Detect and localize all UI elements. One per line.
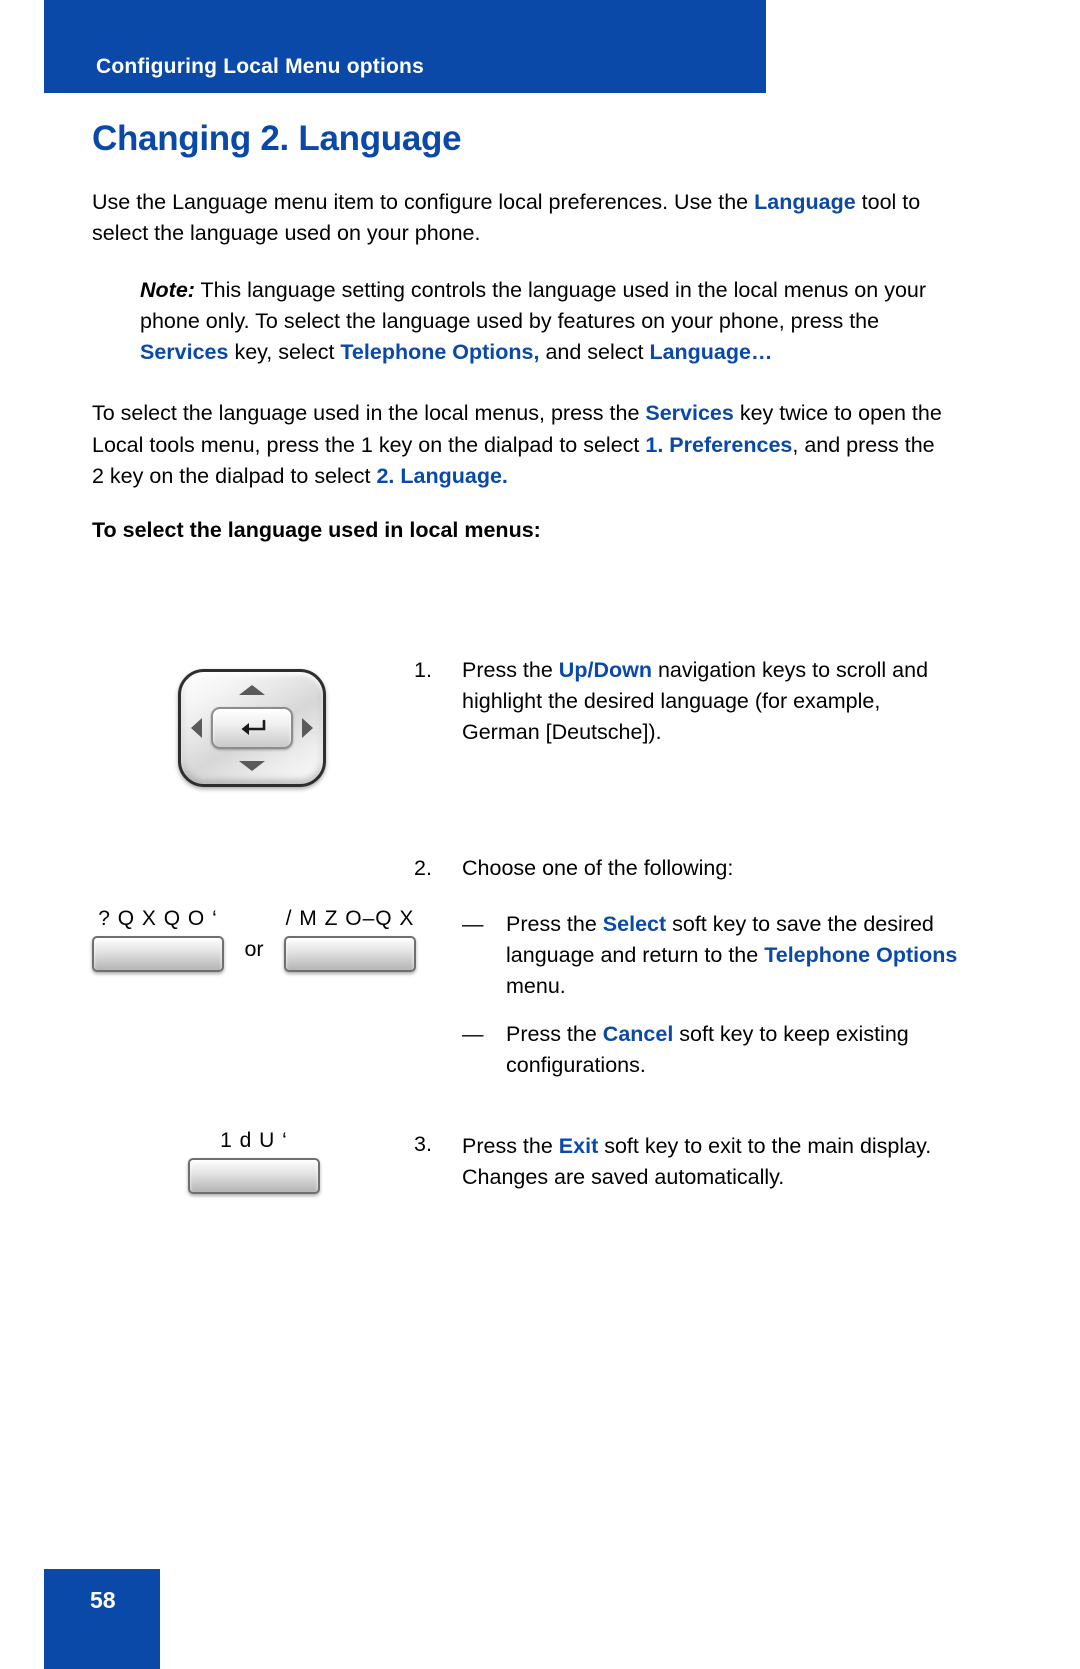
instructions-paragraph: To select the language used in the local… <box>92 398 952 492</box>
step-2-text-part1: Choose one of the following: <box>462 856 734 880</box>
note-text-part1: This language setting controls the langu… <box>140 277 927 334</box>
bullet-select-part3: menu. <box>506 974 566 999</box>
running-header-band: Configuring Local Menu options <box>44 0 766 93</box>
step-number: 2. <box>414 856 432 880</box>
instructions-highlight-preferences: 1. Preferences <box>645 432 793 457</box>
procedure-step-3-text: 3. Press the Exit soft key to exit to th… <box>414 1129 962 1193</box>
intro-text-part1: Use the Language menu item to configure … <box>92 189 755 214</box>
page-number: 58 <box>90 1587 116 1613</box>
softkey-3-glyph-label: 1 d U ‘ <box>220 1129 288 1152</box>
step-1-highlight-up: Up <box>558 658 588 682</box>
bullet-select-highlight-telephone-options: Telephone Options <box>764 943 958 968</box>
softkey-select-group: ? Q X Q O ‘ <box>92 907 224 972</box>
or-label: or <box>244 937 264 961</box>
bullet-cancel-highlight-cancel: Cancel <box>602 1021 674 1046</box>
note-text-part2: key, select <box>228 340 341 365</box>
softkey-exit-group: 1 d U ‘ <box>188 1129 320 1194</box>
em-dash-marker: — <box>462 1021 484 1046</box>
select-soft-key[interactable] <box>92 936 224 972</box>
step-body: Choose one of the following: <box>462 853 962 884</box>
enter-return-icon <box>241 719 266 735</box>
step-1-highlight-down: Down <box>593 658 652 682</box>
procedure-step-2-detail: ? Q X Q O ‘ or / M Z O–Q X — Press the S… <box>92 907 962 1117</box>
procedure-step-2-text: 2. Choose one of the following: <box>414 853 962 884</box>
cancel-soft-key[interactable] <box>284 936 417 972</box>
note-text-part3: and select <box>539 340 650 365</box>
softkey-exit-artwork: 1 d U ‘ <box>92 1129 412 1194</box>
bullet-select-part1: Press the <box>506 912 603 936</box>
navigation-keys-artwork <box>92 669 412 787</box>
softkey-cancel-group: / M Z O–Q X <box>284 907 417 972</box>
step-3-text-part1: Press the <box>462 1134 559 1158</box>
intro-highlight-language: Language <box>754 189 856 214</box>
note-highlight-telephone-options: Telephone Options, <box>340 340 540 365</box>
procedure-step-2-bullets: — Press the Select soft key to save the … <box>414 907 962 1081</box>
page-left-spine <box>0 0 44 1669</box>
instructions-highlight-services: Services <box>645 401 734 426</box>
procedure-step-3: 1 d U ‘ 3. Press the Exit soft key to ex… <box>92 1129 962 1249</box>
bullet-select: — Press the Select soft key to save the … <box>462 909 962 1003</box>
enter-return-button[interactable] <box>211 707 293 749</box>
bullet-cancel: — Press the Cancel soft key to keep exis… <box>462 1019 962 1081</box>
step-3-highlight-exit: Exit <box>558 1134 599 1158</box>
procedure-subheading: To select the language used in local men… <box>92 517 541 542</box>
softkey-pair-artwork: ? Q X Q O ‘ or / M Z O–Q X <box>92 907 417 972</box>
step-body: Press the Up/Down navigation keys to scr… <box>462 655 962 749</box>
footer-page-number-band: 58 <box>44 1569 160 1669</box>
instructions-text-part1: To select the language used in the local… <box>92 401 646 426</box>
bullet-select-highlight-select: Select <box>602 912 667 936</box>
triangle-down-icon[interactable] <box>239 761 265 771</box>
softkey-2-glyph-label: / M Z O–Q X <box>285 907 415 930</box>
note-label: Note: <box>140 277 195 302</box>
exit-soft-key[interactable] <box>188 1158 320 1194</box>
step-body: Press the Exit soft key to exit to the m… <box>462 1131 962 1193</box>
softkey-1-glyph-label: ? Q X Q O ‘ <box>98 907 218 930</box>
step-number: 3. <box>414 1132 432 1156</box>
instructions-highlight-language: 2. Language. <box>376 463 508 488</box>
procedure-step-2: 2. Choose one of the following: <box>92 853 962 893</box>
intro-paragraph: Use the Language menu item to configure … <box>92 187 952 249</box>
procedure-section: 1. Press the Up/Down navigation keys to … <box>92 655 962 1249</box>
note-highlight-services: Services <box>140 340 229 365</box>
triangle-up-icon[interactable] <box>239 685 265 695</box>
page-title: Changing 2. Language <box>92 119 462 158</box>
step-number: 1. <box>414 658 432 682</box>
navigation-keys-cluster[interactable] <box>178 669 326 787</box>
note-highlight-language-ellipsis: Language… <box>649 340 773 365</box>
triangle-left-icon[interactable] <box>191 718 202 738</box>
procedure-step-1: 1. Press the Up/Down navigation keys to … <box>92 655 962 825</box>
bullet-cancel-part1: Press the <box>506 1021 603 1046</box>
note-block: Note: This language setting controls the… <box>92 275 952 369</box>
em-dash-marker: — <box>462 912 484 936</box>
step-1-text-part1: Press the <box>462 658 559 682</box>
page-content: Changing 2. Language Use the Language me… <box>92 119 952 543</box>
running-header-title: Configuring Local Menu options <box>96 55 424 78</box>
procedure-step-1-text: 1. Press the Up/Down navigation keys to … <box>414 655 962 749</box>
triangle-right-icon[interactable] <box>302 718 313 738</box>
